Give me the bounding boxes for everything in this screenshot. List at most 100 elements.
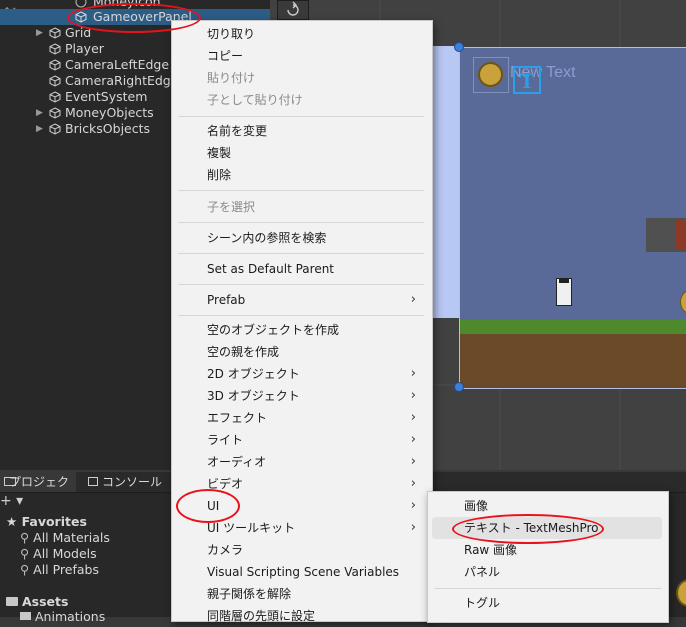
ui-submenu: 画像 テキスト - TextMeshPro Raw 画像 パネルトグル xyxy=(427,491,669,623)
ui-submenu-item-label: Raw 画像 xyxy=(464,543,518,557)
menu-separator xyxy=(178,253,424,254)
context-menu-item[interactable]: 同階層の先頭に設定 xyxy=(172,605,430,627)
expand-arrow-icon[interactable]: ▶ xyxy=(36,25,46,41)
ui-item[interactable]: UI › xyxy=(172,495,430,517)
hierarchy-item-label: Player xyxy=(65,41,104,56)
context-menu-item: 子として貼り付け xyxy=(172,89,430,111)
context-menu-item-label: 空のオブジェクトを作成 xyxy=(207,323,340,337)
assets-header[interactable]: Assets xyxy=(6,594,68,609)
favorite-item[interactable]: ⚲ All Models xyxy=(20,546,97,561)
favorite-item-label: All Models xyxy=(33,546,97,561)
find-references-item[interactable]: シーン内の参照を検索 xyxy=(172,227,430,249)
add-plus-icon[interactable]: + ▾ xyxy=(0,493,23,509)
context-menu-item[interactable]: ビデオ › xyxy=(172,473,430,495)
context-menu-item-label: 子として貼り付け xyxy=(207,93,303,107)
menu-separator xyxy=(178,222,424,223)
cube-icon xyxy=(49,75,61,87)
coin-asset-thumbnail[interactable] xyxy=(676,579,686,607)
ui-submenu-item-label: パネル xyxy=(464,565,501,579)
expand-arrow-icon[interactable]: ▶ xyxy=(36,105,46,121)
folder-icon xyxy=(20,612,31,620)
context-menu-item-label: 3D オブジェクト xyxy=(207,389,300,403)
cube-icon xyxy=(49,123,61,135)
context-menu-item[interactable]: 空のオブジェクトを作成 xyxy=(172,319,430,341)
set-default-parent-item[interactable]: Set as Default Parent xyxy=(172,258,430,280)
context-menu-item[interactable]: オーディオ › xyxy=(172,451,430,473)
brick-block xyxy=(646,218,686,252)
context-menu-item[interactable]: エフェクト › xyxy=(172,407,430,429)
context-menu-item[interactable]: コピー xyxy=(172,45,430,67)
cube-icon xyxy=(49,107,61,119)
rect-handle-top-left[interactable] xyxy=(454,42,464,52)
menu-separator xyxy=(178,315,424,316)
context-menu-item-label: ライト xyxy=(207,433,244,447)
context-menu-item-label: 子を選択 xyxy=(207,200,256,214)
grass-strip xyxy=(460,320,686,334)
context-menu-item[interactable]: UI ツールキット › xyxy=(172,517,430,539)
tab-project[interactable]: プロジェクト xyxy=(0,472,76,509)
coin-sprite xyxy=(680,290,686,314)
dirt-ground xyxy=(460,334,686,388)
ui-submenu-item[interactable]: パネル xyxy=(432,561,662,583)
context-menu-item[interactable]: 空の親を作成 xyxy=(172,341,430,363)
search-icon: ⚲ xyxy=(20,530,30,545)
favorites-label: Favorites xyxy=(21,514,87,529)
expand-arrow-icon[interactable]: ▶ xyxy=(36,121,46,137)
context-menu-item[interactable]: 2D オブジェクト › xyxy=(172,363,430,385)
context-menu: 切り取り コピー貼り付け子として貼り付け 名前を変更複製削除子を選択シーン内の参照を… xyxy=(171,20,433,623)
menu-separator xyxy=(178,116,424,117)
context-menu-item[interactable]: Visual Scripting Scene Variables xyxy=(172,561,430,583)
chevron-right-icon: › xyxy=(410,292,416,307)
cube-icon xyxy=(49,91,61,103)
context-menu-item[interactable]: 3D オブジェクト › xyxy=(172,385,430,407)
prefab-item[interactable]: Prefab › xyxy=(172,289,430,311)
context-menu-item-label: Visual Scripting Scene Variables xyxy=(207,565,400,579)
context-menu-item-label: 親子関係を解除 xyxy=(207,587,292,601)
ui-submenu-item[interactable]: テキスト - TextMeshPro xyxy=(432,517,662,539)
camera-view-area xyxy=(430,46,460,318)
cube-icon xyxy=(49,27,61,39)
cube-icon xyxy=(49,43,61,55)
favorite-item[interactable]: ⚲ All Prefabs xyxy=(20,562,99,577)
favorite-item-label: All Prefabs xyxy=(33,562,99,577)
context-menu-item-label: Set as Default Parent xyxy=(207,262,335,276)
rect-handle-bottom-left[interactable] xyxy=(454,382,464,392)
cube-icon xyxy=(75,0,87,8)
gameover-panel-rect[interactable]: New Text T xyxy=(459,47,686,389)
context-menu-item[interactable]: ライト › xyxy=(172,429,430,451)
favorite-item[interactable]: ⚲ All Materials xyxy=(20,530,110,545)
hierarchy-item-label: BricksObjects xyxy=(65,121,151,136)
context-menu-item[interactable]: カメラ xyxy=(172,539,430,561)
context-menu-item[interactable]: 切り取り xyxy=(172,23,430,45)
player-sprite xyxy=(556,278,572,306)
context-menu-item-label: エフェクト xyxy=(207,411,268,425)
assets-label: Assets xyxy=(22,594,69,609)
cube-icon xyxy=(75,11,87,23)
ui-submenu-item[interactable]: Raw 画像 xyxy=(432,539,662,561)
context-menu-item-label: UI ツールキット xyxy=(207,521,296,535)
context-menu-item-label: 2D オブジェクト xyxy=(207,367,300,381)
ui-submenu-item-toggle[interactable]: トグル xyxy=(432,592,662,614)
chevron-right-icon: › xyxy=(410,388,416,403)
cube-icon xyxy=(49,59,61,71)
context-menu-item: 貼り付け xyxy=(172,67,430,89)
context-menu-item-label: UI xyxy=(207,499,220,513)
context-menu-item-label: 名前を変更 xyxy=(207,124,268,138)
search-icon: ⚲ xyxy=(20,546,30,561)
context-menu-item-label: 貼り付け xyxy=(207,71,256,85)
star-icon: ★ xyxy=(6,514,18,529)
context-menu-item[interactable]: 削除 xyxy=(172,164,430,186)
ui-submenu-item[interactable]: 画像 xyxy=(432,495,662,517)
context-menu-item[interactable]: 複製 xyxy=(172,142,430,164)
tab-console[interactable]: コンソール xyxy=(86,472,176,492)
scene-rotate-tool-button[interactable] xyxy=(277,0,309,20)
favorites-header[interactable]: ★ Favorites xyxy=(6,514,87,529)
hierarchy-item-label: Grid xyxy=(65,25,92,40)
context-menu-item-label: シーン内の参照を検索 xyxy=(207,231,327,245)
context-menu-item[interactable]: 親子関係を解除 xyxy=(172,583,430,605)
context-menu-item-label: 複製 xyxy=(207,146,232,160)
tab-console-label: コンソール xyxy=(102,475,163,489)
context-menu-item[interactable]: 名前を変更 xyxy=(172,120,430,142)
context-menu-item-label: 削除 xyxy=(207,168,232,182)
chevron-right-icon: › xyxy=(410,366,416,381)
